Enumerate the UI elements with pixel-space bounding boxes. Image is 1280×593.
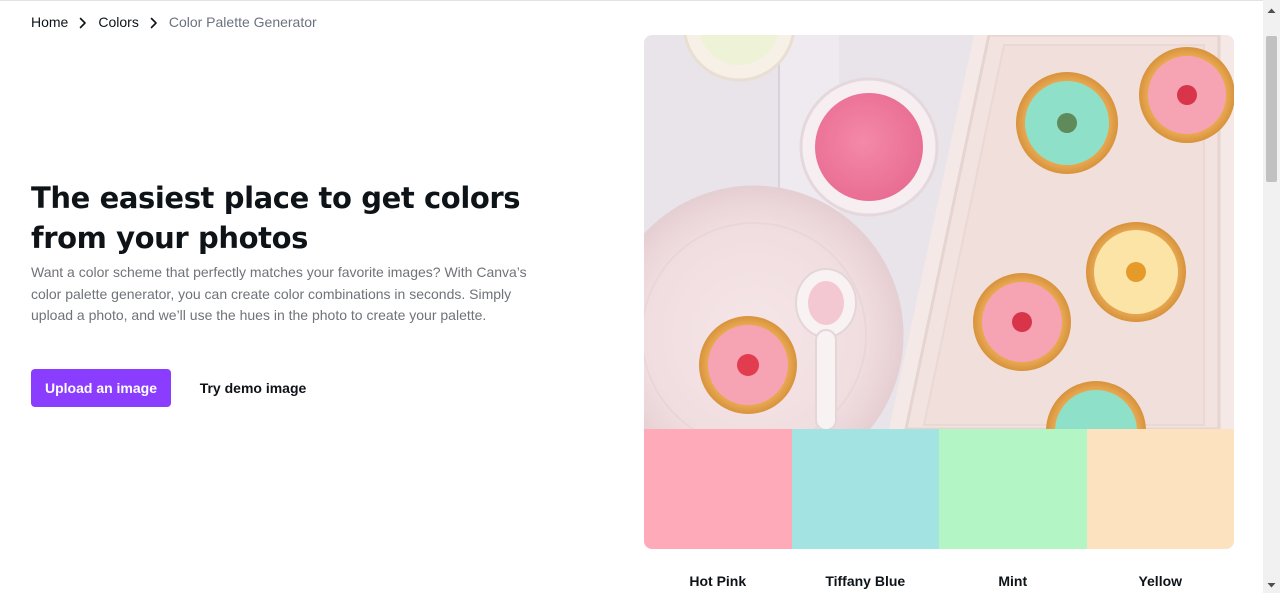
palette-card xyxy=(644,35,1234,549)
swatch-label-tiffany-blue: Tiffany Blue xyxy=(825,573,906,589)
swatch-label-yellow: Yellow xyxy=(1138,573,1183,589)
breadcrumb-colors-link[interactable]: Colors xyxy=(98,14,138,30)
triangle-up-icon[interactable] xyxy=(1263,4,1280,16)
top-divider xyxy=(0,0,1280,1)
demo-photo xyxy=(644,35,1234,429)
breadcrumb-current: Color Palette Generator xyxy=(168,14,317,30)
chevron-right-icon xyxy=(139,14,169,30)
upload-image-button[interactable]: Upload an image xyxy=(31,369,171,407)
swatch-yellow[interactable] xyxy=(1086,429,1234,549)
chevron-right-icon xyxy=(68,14,98,30)
try-demo-image-button[interactable]: Try demo image xyxy=(190,369,316,407)
swatch-hot-pink[interactable] xyxy=(644,429,792,549)
swatch-mint[interactable] xyxy=(939,429,1087,549)
triangle-down-icon[interactable] xyxy=(1263,578,1280,590)
swatch-label-mint: Mint xyxy=(998,573,1028,589)
breadcrumb-home-link[interactable]: Home xyxy=(31,14,68,30)
page-title: The easiest place to get colors from you… xyxy=(31,181,521,255)
breadcrumb: Home Colors Color Palette Generator xyxy=(31,14,317,30)
page-description: Want a color scheme that perfectly match… xyxy=(31,264,527,323)
swatch-tiffany-blue[interactable] xyxy=(791,429,939,549)
scrollbar-thumb[interactable] xyxy=(1266,36,1277,182)
palette-swatches xyxy=(644,429,1234,549)
swatch-label-hot-pink: Hot Pink xyxy=(689,573,747,589)
palette-labels: Hot Pink Tiffany Blue Mint Yellow xyxy=(644,573,1234,589)
